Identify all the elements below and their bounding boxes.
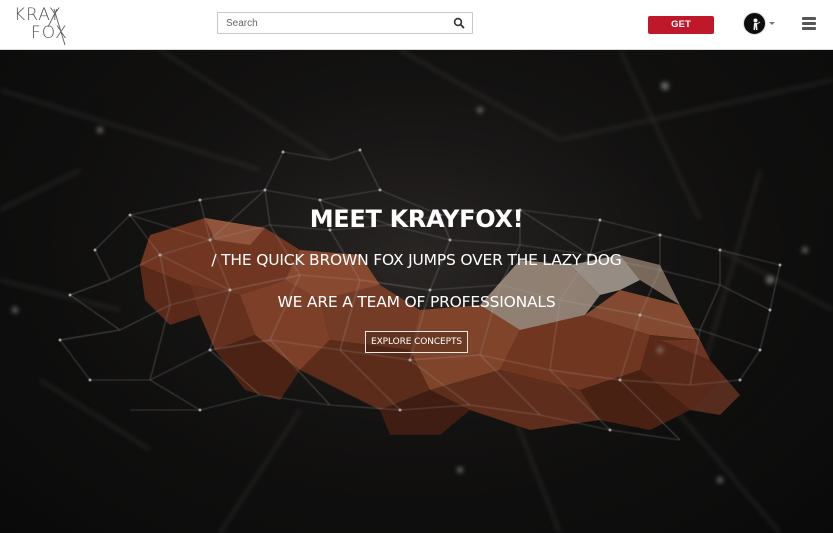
hero-section: MEET KRAYFOX! / THE QUICK BROWN FOX JUMP…: [0, 50, 833, 533]
search-icon[interactable]: [453, 17, 465, 29]
get-started-button[interactable]: GET STARTED: [648, 16, 714, 48]
chevron-down-icon: [769, 22, 775, 25]
hero-title: MEET KRAYFOX!: [309, 205, 524, 233]
top-navigation-bar: KRAY FOX GET STARTED: [0, 0, 833, 50]
user-menu[interactable]: [742, 12, 778, 36]
search-input[interactable]: [218, 13, 446, 33]
hero-tagline: / THE QUICK BROWN FOX JUMPS OVER THE LAZ…: [211, 251, 622, 269]
explore-concepts-button[interactable]: EXPLORE CONCEPTS: [365, 331, 468, 353]
search-box: [217, 12, 473, 34]
hero-subtitle: WE ARE A TEAM OF PROFESSIONALS: [277, 293, 556, 311]
logo-mark-icon: [47, 8, 66, 46]
krayfox-logo[interactable]: KRAY FOX: [10, 5, 70, 47]
hamburger-menu-icon[interactable]: [802, 17, 816, 30]
hero-dark-overlay: [0, 50, 833, 533]
user-avatar-icon[interactable]: [743, 12, 766, 35]
